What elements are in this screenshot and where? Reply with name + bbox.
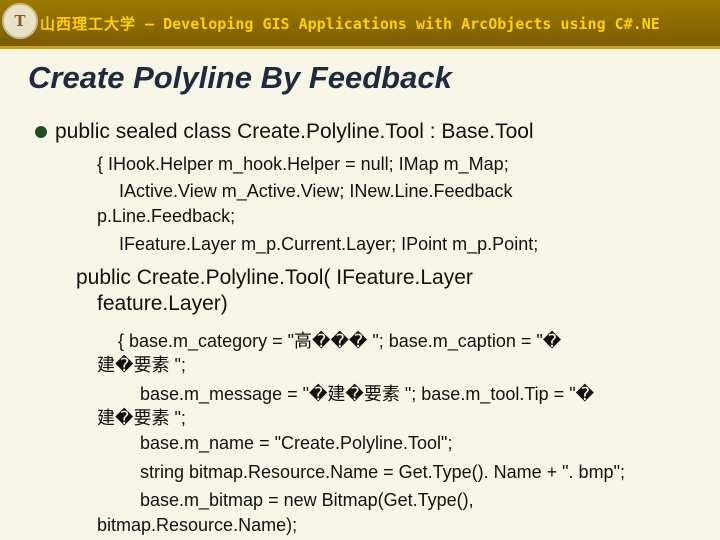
code-line-9: 建�要素 ";	[97, 355, 186, 375]
code-line-10: base.m_message = "�建�要素 "; base.m_tool.T…	[140, 384, 595, 404]
code-line-8: { base.m_category = "高��� "; base.m_capt…	[118, 331, 562, 351]
code-line-5: IFeature.Layer m_p.Current.Layer; IPoint…	[119, 234, 539, 254]
header-course-title: 山西理工大学 – Developing GIS Applications wit…	[40, 13, 660, 34]
code-line-6: public Create.Polyline.Tool( IFeature.La…	[76, 266, 473, 289]
code-line-12: base.m_name = "Create.Polyline.Tool";	[140, 433, 453, 453]
header-divider	[0, 46, 720, 49]
university-logo-icon: T	[2, 3, 38, 39]
code-line-13: string bitmap.Resource.Name = Get.Type()…	[140, 462, 625, 482]
slide-title: Create Polyline By Feedback	[28, 60, 452, 95]
course-name: – Developing GIS Applications with ArcOb…	[136, 15, 660, 33]
code-line-7: feature.Layer)	[97, 292, 228, 315]
code-line-4: p.Line.Feedback;	[97, 206, 236, 226]
code-line-2: { IHook.Helper m_hook.Helper = null; IMa…	[97, 154, 509, 174]
code-line-11: 建�要素 ";	[97, 408, 186, 428]
code-line-1: public sealed class Create.Polyline.Tool…	[55, 120, 534, 143]
bullet-icon	[35, 126, 47, 138]
code-line-3: IActive.View m_Active.View; INew.Line.Fe…	[119, 181, 513, 201]
code-line-14: base.m_bitmap = new Bitmap(Get.Type(),	[140, 490, 474, 510]
university-name: 山西理工大学	[40, 15, 137, 33]
slide-header-bar: T 山西理工大学 – Developing GIS Applications w…	[0, 0, 720, 46]
code-line-15: bitmap.Resource.Name);	[97, 515, 298, 535]
